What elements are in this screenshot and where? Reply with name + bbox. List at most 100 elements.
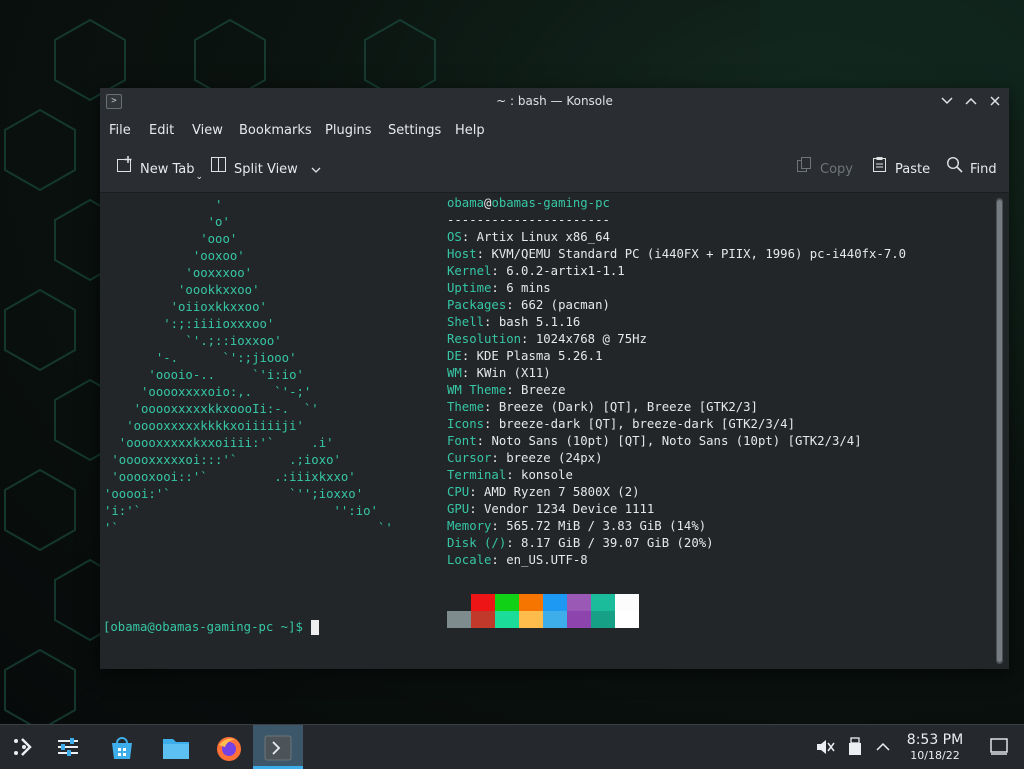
sysinfo-colon: : <box>506 383 522 397</box>
menu-view[interactable]: View <box>192 115 223 147</box>
show-desktop-icon[interactable] <box>982 725 1018 769</box>
sysinfo-value: 8.17 GiB / 39.07 GiB (20%) <box>521 536 714 550</box>
copy-button[interactable]: Copy <box>796 147 853 192</box>
sysinfo-key: Resolution <box>447 332 522 346</box>
new-tab-dropdown-icon[interactable]: ⌄ <box>196 172 204 182</box>
split-view-label: Split View <box>234 162 298 177</box>
color-swatch <box>519 611 543 628</box>
konsole-task-icon[interactable] <box>253 725 303 769</box>
maximize-icon[interactable] <box>962 92 980 110</box>
color-swatch <box>615 594 639 611</box>
system-settings-icon[interactable] <box>46 725 90 769</box>
ascii-logo-line: 'ooooxooi::'` .:iiixkxxo' <box>104 470 356 484</box>
terminal-output[interactable]: ' 'o' 'ooo' 'ooxoo' 'ooxxxoo' 'oookkxxoo… <box>100 193 1009 669</box>
sysinfo-colon: : <box>476 247 492 261</box>
menu-edit[interactable]: Edit <box>149 115 174 147</box>
ascii-logo-line: 'ooooxxxxxkkxoooIi:-. `' <box>104 402 319 416</box>
konsole-window: > ~ : bash — Konsole File Edit View Book… <box>100 88 1009 669</box>
sysinfo-value: Breeze <box>521 383 566 397</box>
sysinfo-key: OS <box>447 230 462 244</box>
separator-line: ---------------------- <box>447 213 610 227</box>
sysinfo-colon: : <box>506 298 522 312</box>
ascii-logo-line: 'oiioxkkxxoo' <box>104 300 267 314</box>
paste-label: Paste <box>895 162 931 177</box>
toolbar: New Tab⌄ Split View Copy Paste Find <box>100 147 1009 193</box>
sysinfo-value: Artix Linux x86_64 <box>476 230 610 244</box>
username: obama <box>447 196 485 210</box>
sysinfo-colon: : <box>506 536 522 550</box>
sysinfo-value: KVM/QEMU Standard PC (i440FX + PIIX, 199… <box>491 247 907 261</box>
sysinfo-colon: : <box>506 468 522 482</box>
sysinfo-row: Disk (/): 8.17 GiB / 39.07 GiB (20%) <box>447 535 714 552</box>
removable-device-icon[interactable] <box>843 725 867 769</box>
sysinfo-colon: : <box>469 485 485 499</box>
sysinfo-colon: : <box>521 332 536 346</box>
sysinfo-key: Kernel <box>447 264 492 278</box>
split-view-chevron-down-icon[interactable] <box>310 162 322 177</box>
ascii-logo-line: 'oookkxxoo' <box>104 283 260 297</box>
new-tab-icon <box>116 147 133 192</box>
new-tab-label: New Tab <box>140 162 195 177</box>
sysinfo-value: breeze-dark [QT], breeze-dark [GTK2/3/4] <box>498 417 795 431</box>
color-swatch <box>471 594 495 611</box>
sysinfo-colon: : <box>461 366 477 380</box>
sysinfo-row: Packages: 662 (pacman) <box>447 297 610 314</box>
sysinfo-row: Memory: 565.72 MiB / 3.83 GiB (14%) <box>447 518 706 535</box>
new-tab-button[interactable]: New Tab⌄ <box>116 147 203 192</box>
tray-expand-icon[interactable] <box>870 725 896 769</box>
color-swatch <box>567 594 591 611</box>
menu-file[interactable]: File <box>109 115 131 147</box>
clock-date[interactable]: 10/18/22 <box>900 749 970 762</box>
firefox-icon[interactable] <box>205 725 249 769</box>
sysinfo-colon: : <box>469 502 485 516</box>
sysinfo-value: 1024x768 @ 75Hz <box>535 332 647 346</box>
sysinfo-key: Theme <box>447 400 485 414</box>
find-button[interactable]: Find <box>946 147 997 192</box>
sysinfo-value: KDE Plasma 5.26.1 <box>476 349 603 363</box>
color-swatch <box>471 611 495 628</box>
menu-bookmarks[interactable]: Bookmarks <box>239 115 312 147</box>
split-view-button[interactable]: Split View <box>210 147 322 192</box>
title-bar[interactable]: > ~ : bash — Konsole <box>100 88 1009 115</box>
find-label: Find <box>970 162 997 177</box>
copy-icon <box>796 147 813 192</box>
shell-prompt: [obama@obamas-gaming-pc ~]$ <box>103 620 303 634</box>
menu-settings[interactable]: Settings <box>388 115 441 147</box>
sysinfo-colon: : <box>491 281 507 295</box>
volume-muted-icon[interactable] <box>812 725 838 769</box>
sysinfo-key: Font <box>447 434 477 448</box>
color-swatch <box>447 594 471 611</box>
sysinfo-key: WM <box>447 366 462 380</box>
sysinfo-key: Shell <box>447 315 485 329</box>
menu-plugins[interactable]: Plugins <box>325 115 372 147</box>
ascii-logo-line: 'ooooxxxxxkkkkxoiiiiiji' <box>104 419 304 433</box>
color-swatch <box>567 611 591 628</box>
ascii-logo-line: 'ooxoo' <box>104 249 245 263</box>
sysinfo-value: AMD Ryzen 7 5800X (2) <box>484 485 640 499</box>
sysinfo-row: CPU: AMD Ryzen 7 5800X (2) <box>447 484 640 501</box>
ascii-logo-line: 'ooo' <box>104 232 238 246</box>
sysinfo-colon: : <box>491 451 507 465</box>
sysinfo-row: DE: KDE Plasma 5.26.1 <box>447 348 602 365</box>
clock-time[interactable]: 8:53 PM <box>900 732 970 748</box>
ascii-logo-line: '` `' <box>104 521 393 535</box>
sysinfo-value: KWin (X11) <box>476 366 551 380</box>
minimize-icon[interactable] <box>938 92 956 110</box>
application-launcher-icon[interactable] <box>0 725 44 769</box>
sysinfo-value: Vendor 1234 Device 1111 <box>484 502 655 516</box>
window-title: ~ : bash — Konsole <box>496 94 613 108</box>
sysinfo-colon: : <box>476 434 492 448</box>
sysinfo-key: WM Theme <box>447 383 507 397</box>
close-icon[interactable] <box>986 92 1004 110</box>
scrollbar-thumb[interactable] <box>997 200 1002 662</box>
sysinfo-value: 6.0.2-artix1-1.1 <box>506 264 625 278</box>
dolphin-files-icon[interactable] <box>152 725 196 769</box>
paste-button[interactable]: Paste <box>871 147 930 192</box>
ascii-logo-line: 'ooxxxoo' <box>104 266 253 280</box>
hostname: obamas-gaming-pc <box>491 196 610 210</box>
sysinfo-key: Cursor <box>447 451 492 465</box>
sysinfo-colon: : <box>461 349 477 363</box>
discover-store-icon[interactable] <box>99 725 143 769</box>
sysinfo-key: DE <box>447 349 462 363</box>
menu-help[interactable]: Help <box>455 115 485 147</box>
